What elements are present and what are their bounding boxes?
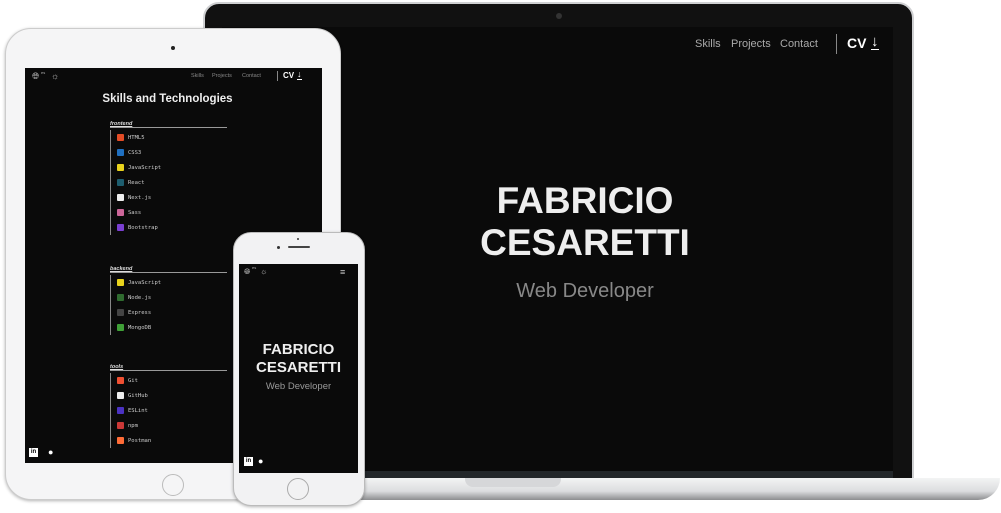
skill-label: ESLint (128, 407, 148, 414)
skill-item: JavaScript (117, 275, 227, 290)
skill-label: MongoDB (128, 324, 152, 331)
skill-item: npm (117, 418, 227, 433)
nav-projects[interactable]: Projects (731, 38, 771, 50)
nav-divider (836, 34, 837, 54)
skill-label: JavaScript (128, 279, 162, 286)
skill-item: Node.js (117, 290, 227, 305)
skill-label: CSS3 (128, 149, 142, 156)
globe-icon[interactable]: 🌐︎ (244, 267, 250, 277)
sun-icon[interactable]: ☼ (260, 267, 267, 276)
github-icon[interactable]: ● (258, 456, 263, 466)
skill-list: JavaScript Node.js Express MongoDB (110, 275, 227, 335)
eslint-icon (117, 407, 124, 414)
skill-item: Express (117, 305, 227, 320)
hero-name: FABRICIO CESARETTI (430, 180, 740, 264)
skill-item: Bootstrap (117, 220, 227, 235)
skill-label: GitHub (128, 392, 148, 399)
npm-icon (117, 422, 124, 429)
skill-item: ESLint (117, 403, 227, 418)
laptop-notch (465, 478, 561, 487)
hero-role: Web Developer (265, 381, 332, 392)
skill-label: Express (128, 309, 152, 316)
skill-category-tools: tools Git GitHub ESLint npm Postman (110, 364, 227, 448)
skill-item: GitHub (117, 388, 227, 403)
skill-label: Node.js (128, 294, 152, 301)
skill-category-backend: backend JavaScript Node.js Express MongoDB (110, 266, 227, 335)
html5-icon (117, 134, 124, 141)
nav-projects[interactable]: Projects (212, 73, 232, 79)
category-underline (110, 272, 227, 273)
nextjs-icon (117, 194, 124, 201)
skill-label: Bootstrap (128, 224, 158, 231)
skill-item: Git (117, 373, 227, 388)
skill-item: JavaScript (117, 160, 227, 175)
section-title: Skills and Technologies (102, 93, 233, 105)
skill-item: Sass (117, 205, 227, 220)
skill-label: npm (128, 422, 138, 429)
github-icon[interactable]: ● (48, 447, 53, 457)
name-line1: FABRICIO (496, 180, 674, 221)
github-icon (117, 392, 124, 399)
nav-contact[interactable]: Contact (242, 73, 261, 79)
skill-label: HTML5 (128, 134, 145, 141)
sass-icon (117, 209, 124, 216)
phone-speaker (288, 246, 310, 248)
skill-category-frontend: frontend HTML5 CSS3 JavaScript React Next.js… (110, 121, 227, 235)
hamburger-menu-icon[interactable]: ≡ (340, 267, 345, 277)
sun-icon[interactable]: ☼ (51, 71, 59, 81)
nav-skills[interactable]: Skills (191, 73, 204, 79)
nav-contact[interactable]: Contact (780, 38, 818, 50)
phone-camera (297, 238, 299, 240)
skill-label: JavaScript (128, 164, 162, 171)
laptop-base (340, 478, 1000, 500)
name-line1: FABRICIO (262, 341, 335, 358)
nodejs-icon (117, 294, 124, 301)
skill-item: Postman (117, 433, 227, 448)
hero-name: FABRICIO CESARETTI (239, 341, 358, 377)
mongodb-icon (117, 324, 124, 331)
nav-divider (277, 71, 278, 81)
tablet-home-button (162, 474, 184, 496)
javascript-icon (117, 164, 124, 171)
git-icon (117, 377, 124, 384)
express-icon (117, 309, 124, 316)
download-icon[interactable]: ↓ (871, 34, 879, 50)
cv-download-button[interactable]: CV (847, 35, 866, 51)
category-underline (110, 127, 227, 128)
skill-label: Postman (128, 437, 152, 444)
skill-label: Git (128, 377, 138, 384)
skill-item: React (117, 175, 227, 190)
phone-sensor (277, 246, 280, 249)
skill-label: React (128, 179, 145, 186)
laptop-camera (556, 13, 562, 19)
skill-item: Next.js (117, 190, 227, 205)
phone-home-button (287, 478, 309, 500)
bootstrap-icon (117, 224, 124, 231)
react-icon (117, 179, 124, 186)
tablet-camera (171, 46, 175, 50)
download-icon[interactable]: ↓ (297, 70, 302, 80)
skill-item: CSS3 (117, 145, 227, 160)
lang-badge: es (252, 265, 257, 270)
hero-role: Web Developer (516, 280, 654, 302)
skill-list: HTML5 CSS3 JavaScript React Next.js Sass Boots… (110, 130, 227, 235)
skill-label: Sass (128, 209, 142, 216)
name-line2: CESARETTI (255, 359, 341, 376)
linkedin-icon[interactable]: in (29, 448, 38, 457)
cv-download-button[interactable]: CV (283, 71, 294, 80)
skill-list: Git GitHub ESLint npm Postman (110, 373, 227, 448)
css3-icon (117, 149, 124, 156)
category-underline (110, 370, 227, 371)
globe-icon[interactable]: 🌐︎ (32, 71, 39, 82)
skill-label: Next.js (128, 194, 152, 201)
skill-item: HTML5 (117, 130, 227, 145)
linkedin-icon[interactable]: in (244, 457, 253, 466)
nav-skills[interactable]: Skills (695, 38, 721, 50)
lang-badge: es (41, 70, 46, 75)
name-line2: CESARETTI (480, 222, 690, 263)
javascript-icon (117, 279, 124, 286)
postman-icon (117, 437, 124, 444)
skill-item: MongoDB (117, 320, 227, 335)
